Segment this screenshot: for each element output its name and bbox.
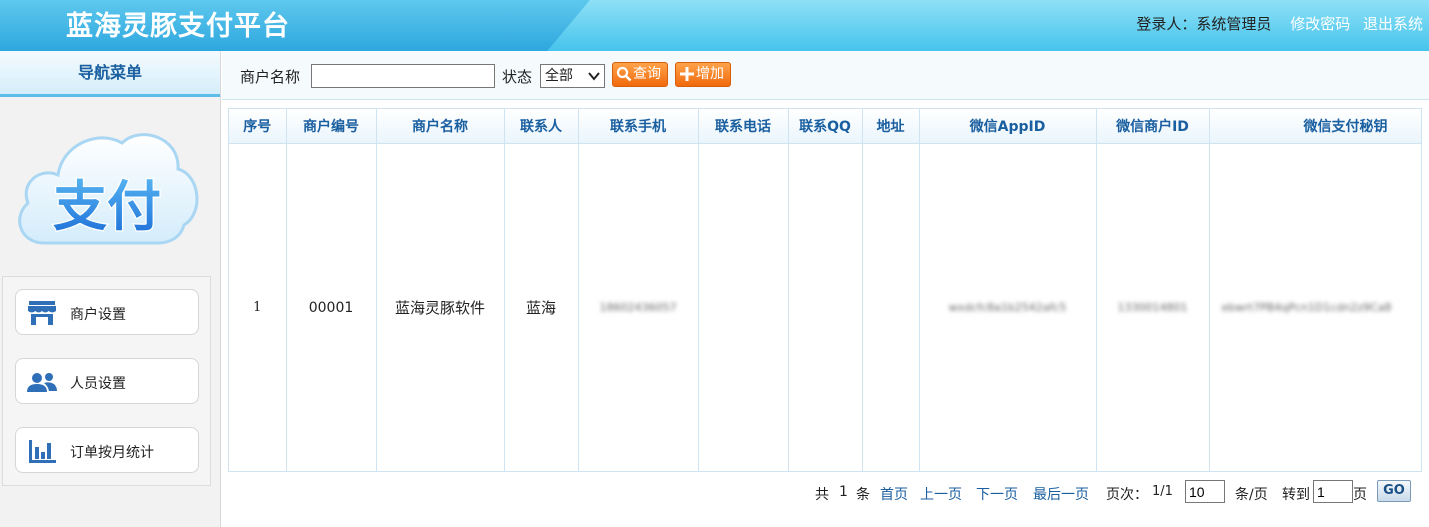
merchant-table: 序号 商户编号 商户名称 联系人 联系手机 联系电话 联系QQ 地址 微信App… <box>229 109 1421 471</box>
total-prefix: 共 <box>815 487 829 503</box>
storefront-icon <box>28 301 56 325</box>
go-button[interactable]: GO <box>1377 480 1411 502</box>
cell-wechat-pay-key: ebwrt7PB4qPcn1D1cdn2z9Ca8 <box>1209 143 1421 471</box>
column-header-wechat-appid: 微信AppID <box>919 109 1097 144</box>
cell-merchant-name: 蓝海灵豚软件 <box>376 143 505 471</box>
app-title: 蓝海灵豚支付平台 <box>66 11 290 42</box>
cell-qq <box>788 143 863 471</box>
sidebar-item-staff-settings[interactable]: 人员设置 <box>15 358 199 404</box>
logo-text: 支付 <box>53 175 161 238</box>
page-label: 页次： <box>1106 487 1148 503</box>
cell-index: 1 <box>229 143 287 471</box>
first-page-link[interactable]: 首页 <box>880 484 908 504</box>
bar-chart-icon <box>29 440 56 463</box>
per-page-label: 条/页 <box>1235 487 1268 503</box>
goto-page-input[interactable] <box>1313 480 1353 503</box>
column-header-wechat-pay-key: 微信支付秘钥 <box>1209 109 1421 144</box>
table-row[interactable]: 1 00001 蓝海灵豚软件 蓝海 18602436057 wxdcfc8a1b… <box>229 143 1421 471</box>
search-icon <box>616 66 632 82</box>
users-icon <box>27 373 57 392</box>
cell-phone <box>698 143 789 471</box>
column-header-phone: 联系电话 <box>698 109 789 144</box>
last-page-link[interactable]: 最后一页 <box>1033 484 1089 504</box>
column-header-mobile: 联系手机 <box>578 109 699 144</box>
cell-contact: 蓝海 <box>504 143 579 471</box>
nav-menu: 商户设置 人员设置 订单按月统计 <box>2 276 211 486</box>
top-header: 蓝海灵豚支付平台 登录人：系统管理员 修改密码 退出系统 <box>0 0 1429 51</box>
column-header-merchant-name: 商户名称 <box>376 109 505 144</box>
add-button[interactable]: 增加 <box>675 62 731 87</box>
cell-wechat-merchant-id: 1330014801 <box>1096 143 1210 471</box>
cell-wechat-appid: wxdcfc8a1b2542afc5 <box>919 143 1097 471</box>
header-user-area: 登录人：系统管理员 修改密码 退出系统 <box>1136 13 1423 34</box>
add-button-label: 增加 <box>696 66 724 82</box>
merchant-table-container: 序号 商户编号 商户名称 联系人 联系手机 联系电话 联系QQ 地址 微信App… <box>228 108 1422 472</box>
search-button-label: 查询 <box>633 66 661 82</box>
pay-cloud-logo: 支付 <box>18 133 199 245</box>
next-page-link[interactable]: 下一页 <box>976 484 1018 504</box>
logout-link[interactable]: 退出系统 <box>1363 15 1423 33</box>
cell-merchant-no: 00001 <box>286 143 377 471</box>
nav-menu-title: 导航菜单 <box>0 51 220 97</box>
page-size-input[interactable] <box>1185 480 1225 503</box>
sidebar-item-merchant-settings[interactable]: 商户设置 <box>15 289 199 335</box>
column-header-merchant-no: 商户编号 <box>286 109 377 144</box>
column-header-address: 地址 <box>862 109 920 144</box>
sidebar: 导航菜单 支付 商户设置 人员设置 订单按月统计 <box>0 51 221 527</box>
status-selected-value: 全部 <box>545 68 573 84</box>
sidebar-item-label: 订单按月统计 <box>70 445 154 461</box>
goto-label: 转到 <box>1282 487 1310 503</box>
table-header-row: 序号 商户编号 商户名称 联系人 联系手机 联系电话 联系QQ 地址 微信App… <box>229 109 1421 144</box>
merchant-name-input[interactable] <box>311 64 495 88</box>
chevron-down-icon <box>588 72 600 81</box>
total-count: 1 <box>839 484 848 500</box>
merchant-name-label: 商户名称 <box>240 68 301 86</box>
column-header-wechat-merchant-id: 微信商户ID <box>1096 109 1210 144</box>
status-label: 状态 <box>502 68 533 86</box>
status-select[interactable]: 全部 <box>540 64 605 88</box>
search-toolbar: 商户名称 状态 全部 查询 增加 <box>222 51 1429 100</box>
prev-page-link[interactable]: 上一页 <box>920 484 962 504</box>
column-header-index: 序号 <box>229 109 287 144</box>
change-password-link[interactable]: 修改密码 <box>1290 15 1350 33</box>
cell-address <box>862 143 920 471</box>
plus-icon <box>680 67 694 81</box>
search-button[interactable]: 查询 <box>612 62 668 87</box>
login-user-label: 登录人：系统管理员 <box>1136 15 1272 33</box>
page-unit-label: 页 <box>1353 487 1367 503</box>
cell-mobile: 18602436057 <box>578 143 699 471</box>
sidebar-item-label: 人员设置 <box>70 376 126 392</box>
column-header-contact: 联系人 <box>504 109 579 144</box>
page-info: 1/1 <box>1152 484 1173 499</box>
sidebar-item-monthly-order-stats[interactable]: 订单按月统计 <box>15 427 199 473</box>
column-header-qq: 联系QQ <box>788 109 863 144</box>
total-suffix: 条 <box>856 487 870 503</box>
sidebar-item-label: 商户设置 <box>70 307 126 323</box>
